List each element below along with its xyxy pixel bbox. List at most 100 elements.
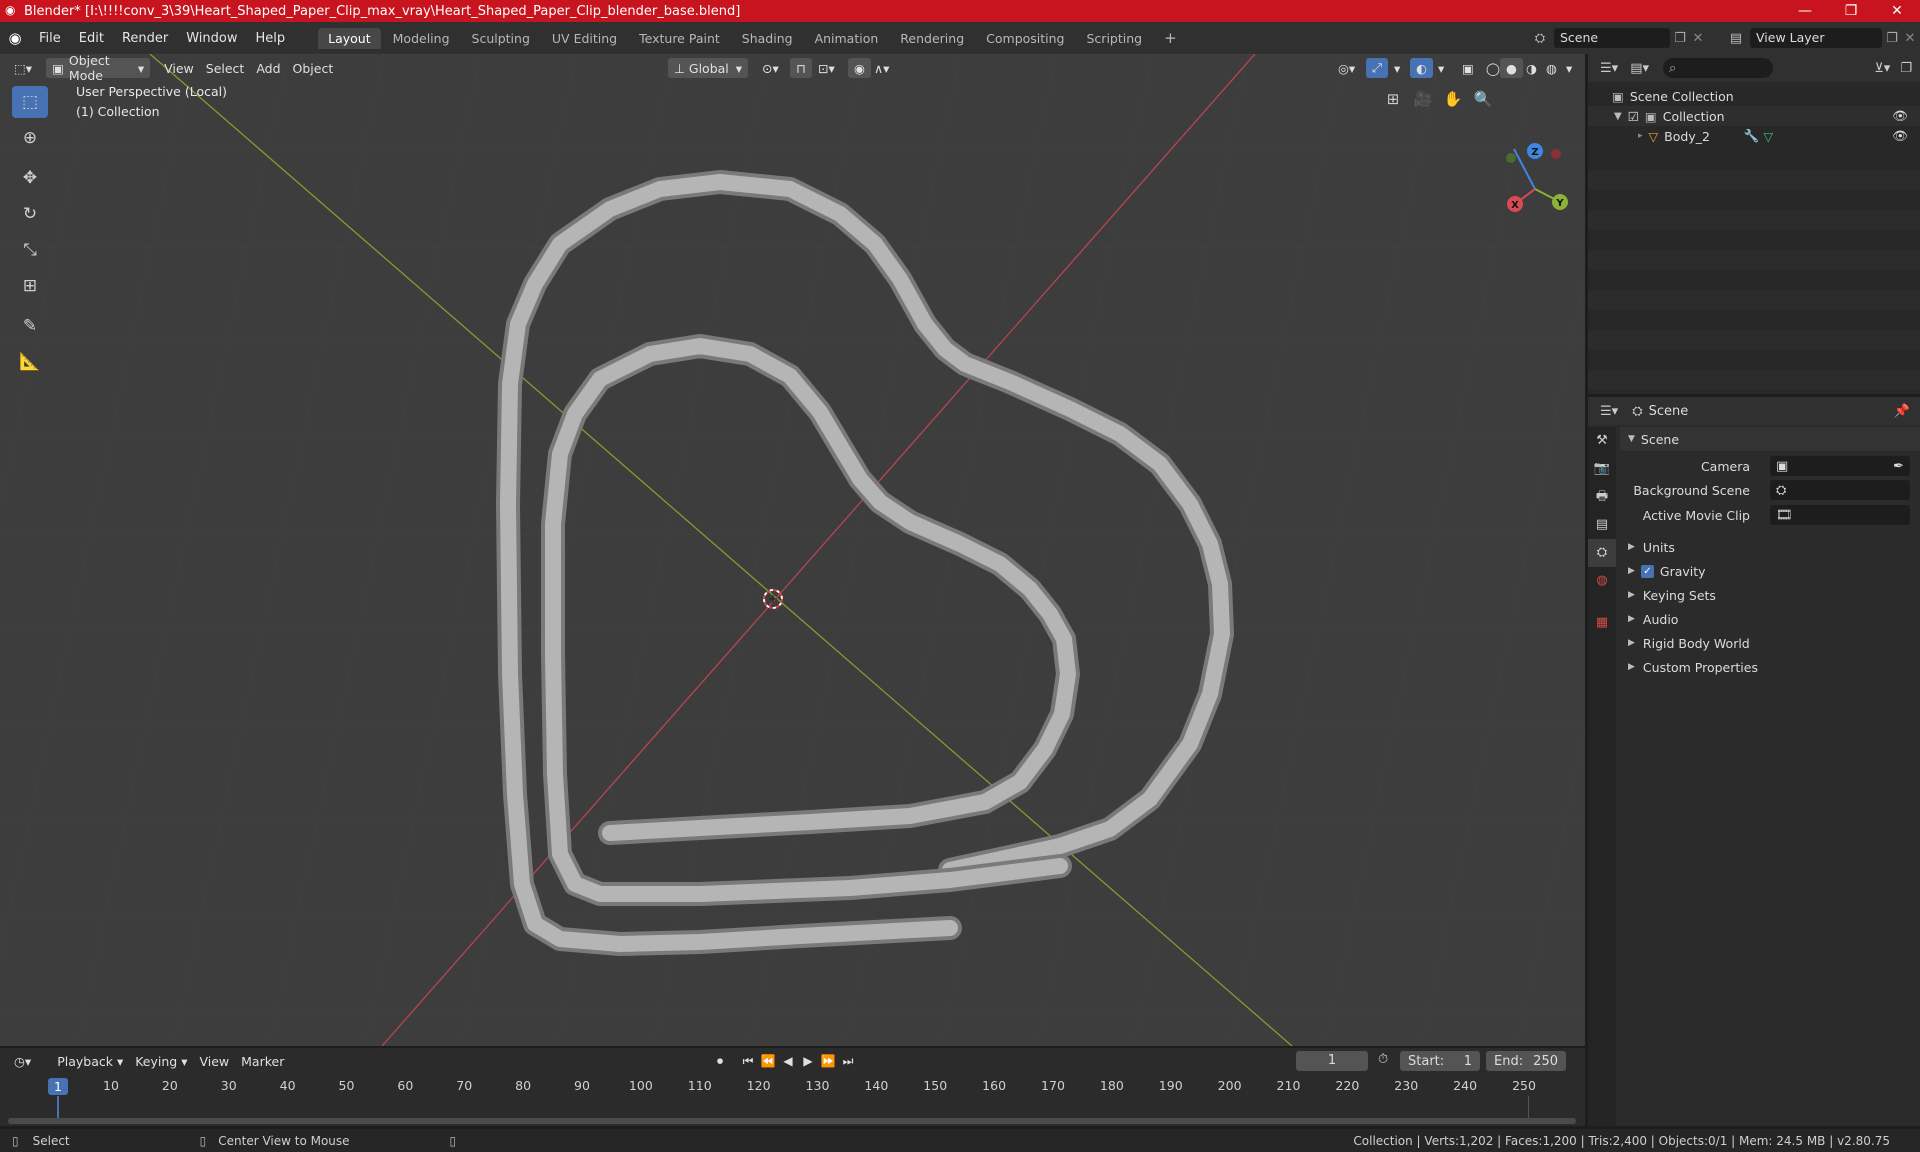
camera-view-icon[interactable]: 🎥 <box>1410 86 1436 112</box>
mesh-data-icon[interactable]: ▽ <box>1764 129 1774 144</box>
menu-file[interactable]: File <box>30 31 70 46</box>
editor-type-icon[interactable]: ⬚▾ <box>8 58 38 78</box>
scene-tab-icon[interactable]: ⛭ <box>1588 539 1616 567</box>
timeline-scrollbar[interactable] <box>8 1118 1576 1124</box>
outliner-row-collection[interactable]: ▼ ☑ ▣ Collection 👁 <box>1588 106 1920 126</box>
current-frame-field[interactable]: 1 <box>1296 1051 1368 1071</box>
perspective-toggle-icon[interactable]: ⊞ <box>1380 86 1406 112</box>
select-box-tool-icon[interactable]: ⬚ <box>12 86 48 118</box>
filter-icon[interactable]: ⊻▾ <box>1874 61 1890 76</box>
new-collection-icon[interactable]: ❐ <box>1900 61 1912 76</box>
timeline-menu-keying[interactable]: Keying ▾ <box>129 1051 193 1071</box>
snap-toggle-icon[interactable]: ⊓ <box>790 58 812 78</box>
transform-orientation-selector[interactable]: ⊥ Global ▾ <box>668 58 748 78</box>
gravity-checkbox[interactable]: ✓ <box>1640 564 1654 578</box>
gizmo-dropdown-icon[interactable]: ▾ <box>1388 58 1406 78</box>
scene-panel-header[interactable]: ▼ Scene <box>1620 427 1920 451</box>
menu-edit[interactable]: Edit <box>70 31 113 46</box>
custom-properties-panel-header[interactable]: ▶ Custom Properties <box>1620 655 1920 679</box>
scene-browse-icon[interactable]: ⛭ <box>1526 31 1554 46</box>
move-tool-icon[interactable]: ✥ <box>12 162 48 194</box>
texture-tab-icon[interactable]: ▦ <box>1588 609 1616 637</box>
annotate-tool-icon[interactable]: ✎ <box>12 310 48 342</box>
end-frame-field[interactable]: End: 250 <box>1486 1051 1566 1071</box>
jump-keyframe-forward-icon[interactable]: ⏩ <box>818 1051 838 1071</box>
falloff-icon[interactable]: ∧▾ <box>868 58 895 78</box>
gravity-panel-header[interactable]: ▶ ✓ Gravity <box>1620 559 1920 583</box>
viewport-menu-view[interactable]: View <box>158 58 200 78</box>
checkbox-icon[interactable]: ☑ <box>1628 109 1639 124</box>
menu-render[interactable]: Render <box>113 31 177 46</box>
tab-uv-editing[interactable]: UV Editing <box>542 28 627 49</box>
render-tab-icon[interactable]: 📷 <box>1588 455 1616 483</box>
tab-texture-paint[interactable]: Texture Paint <box>629 28 730 49</box>
eyedropper-icon[interactable]: ✒ <box>1893 459 1904 474</box>
tab-shading[interactable]: Shading <box>732 28 803 49</box>
current-frame-indicator[interactable]: 1 <box>48 1078 68 1095</box>
measure-tool-icon[interactable]: 📐 <box>12 346 48 378</box>
viewport-menu-add[interactable]: Add <box>250 58 286 78</box>
scene-name-field[interactable]: Scene <box>1554 28 1670 48</box>
blender-menu-icon[interactable]: ◉ <box>0 29 30 47</box>
maximize-button[interactable]: ❐ <box>1828 0 1874 22</box>
close-button[interactable]: ✕ <box>1874 0 1920 22</box>
jump-keyframe-back-icon[interactable]: ⏪ <box>758 1051 778 1071</box>
play-icon[interactable]: ▶ <box>798 1051 818 1071</box>
tab-layout[interactable]: Layout <box>318 27 381 49</box>
outliner-search-input[interactable]: ⌕ <box>1663 58 1773 78</box>
timeline-editor-type-icon[interactable]: ◷▾ <box>8 1051 37 1071</box>
audio-panel-header[interactable]: ▶ Audio <box>1620 607 1920 631</box>
modifier-wrench-icon[interactable]: 🔧 <box>1744 128 1760 144</box>
preview-range-icon[interactable]: ⏱ <box>1378 1052 1388 1067</box>
new-scene-icon[interactable]: ❐ <box>1670 31 1690 46</box>
timeline-menu-marker[interactable]: Marker <box>235 1051 290 1071</box>
tab-scripting[interactable]: Scripting <box>1077 28 1153 49</box>
rigid-body-world-panel-header[interactable]: ▶ Rigid Body World <box>1620 631 1920 655</box>
cursor-tool-icon[interactable]: ⊕ <box>12 122 48 154</box>
viewport-menu-select[interactable]: Select <box>200 58 251 78</box>
units-panel-header[interactable]: ▶ Units <box>1620 535 1920 559</box>
pivot-point-icon[interactable]: ⊙▾ <box>756 58 785 78</box>
transform-tool-icon[interactable]: ⊞ <box>12 270 48 302</box>
properties-editor-type-icon[interactable]: ☰▾ <box>1600 404 1618 419</box>
tab-animation[interactable]: Animation <box>805 28 889 49</box>
camera-field[interactable]: ▣ ✒ <box>1770 456 1910 476</box>
expand-arrow-icon[interactable]: ▸ <box>1638 131 1643 141</box>
tab-rendering[interactable]: Rendering <box>890 28 974 49</box>
visibility-selector-icon[interactable]: ◎▾ <box>1332 58 1361 78</box>
pin-icon[interactable]: 📌 <box>1894 404 1910 419</box>
start-frame-field[interactable]: Start: 1 <box>1400 1051 1480 1071</box>
snap-target-icon[interactable]: ⊡▾ <box>812 58 841 78</box>
zoom-icon[interactable]: 🔍 <box>1470 86 1496 112</box>
jump-start-icon[interactable]: ⏮ <box>738 1051 758 1071</box>
shading-options-icon[interactable]: ▾ <box>1560 58 1578 78</box>
xray-toggle-icon[interactable]: ▣ <box>1456 58 1480 78</box>
play-reverse-icon[interactable]: ◀ <box>778 1051 798 1071</box>
active-movie-clip-field[interactable]: 🎞 <box>1770 505 1910 525</box>
viewport-menu-object[interactable]: Object <box>287 58 340 78</box>
mode-selector[interactable]: ▣ Object Mode ▾ <box>46 54 151 83</box>
timeline-track[interactable]: 1 10 20 30 40 50 60 70 80 90 100 110 120 130 140 150 160… <box>0 1074 1585 1126</box>
eye-icon[interactable]: 👁 <box>1892 128 1908 144</box>
view-layer-name-field[interactable]: View Layer <box>1750 28 1882 48</box>
overlay-dropdown-icon[interactable]: ▾ <box>1432 58 1450 78</box>
rotate-tool-icon[interactable]: ↻ <box>12 198 48 230</box>
new-view-layer-icon[interactable]: ❐ <box>1882 31 1902 46</box>
eye-icon[interactable]: 👁 <box>1892 108 1908 124</box>
outliner-editor-type-icon[interactable]: ☰▾ <box>1600 61 1618 76</box>
background-scene-field[interactable]: ⛭ <box>1770 480 1910 500</box>
jump-end-icon[interactable]: ⏭ <box>838 1051 858 1071</box>
gizmo-toggle-icon[interactable]: ⤢ <box>1366 58 1389 78</box>
minimize-button[interactable]: — <box>1782 0 1828 22</box>
view-layer-tab-icon[interactable]: ▤ <box>1588 511 1616 539</box>
menu-help[interactable]: Help <box>247 31 295 46</box>
playhead-line[interactable] <box>57 1096 59 1118</box>
record-button-icon[interactable]: ⏺ <box>710 1051 730 1071</box>
menu-window[interactable]: Window <box>177 31 246 46</box>
outliner-row-scene-collection[interactable]: ▣ Scene Collection <box>1588 86 1920 106</box>
tab-sculpting[interactable]: Sculpting <box>462 28 540 49</box>
timeline-menu-view[interactable]: View <box>193 1051 235 1071</box>
expand-arrow-icon[interactable]: ▼ <box>1614 111 1622 122</box>
add-workspace-button[interactable]: + <box>1154 26 1187 50</box>
tab-modeling[interactable]: Modeling <box>383 28 460 49</box>
